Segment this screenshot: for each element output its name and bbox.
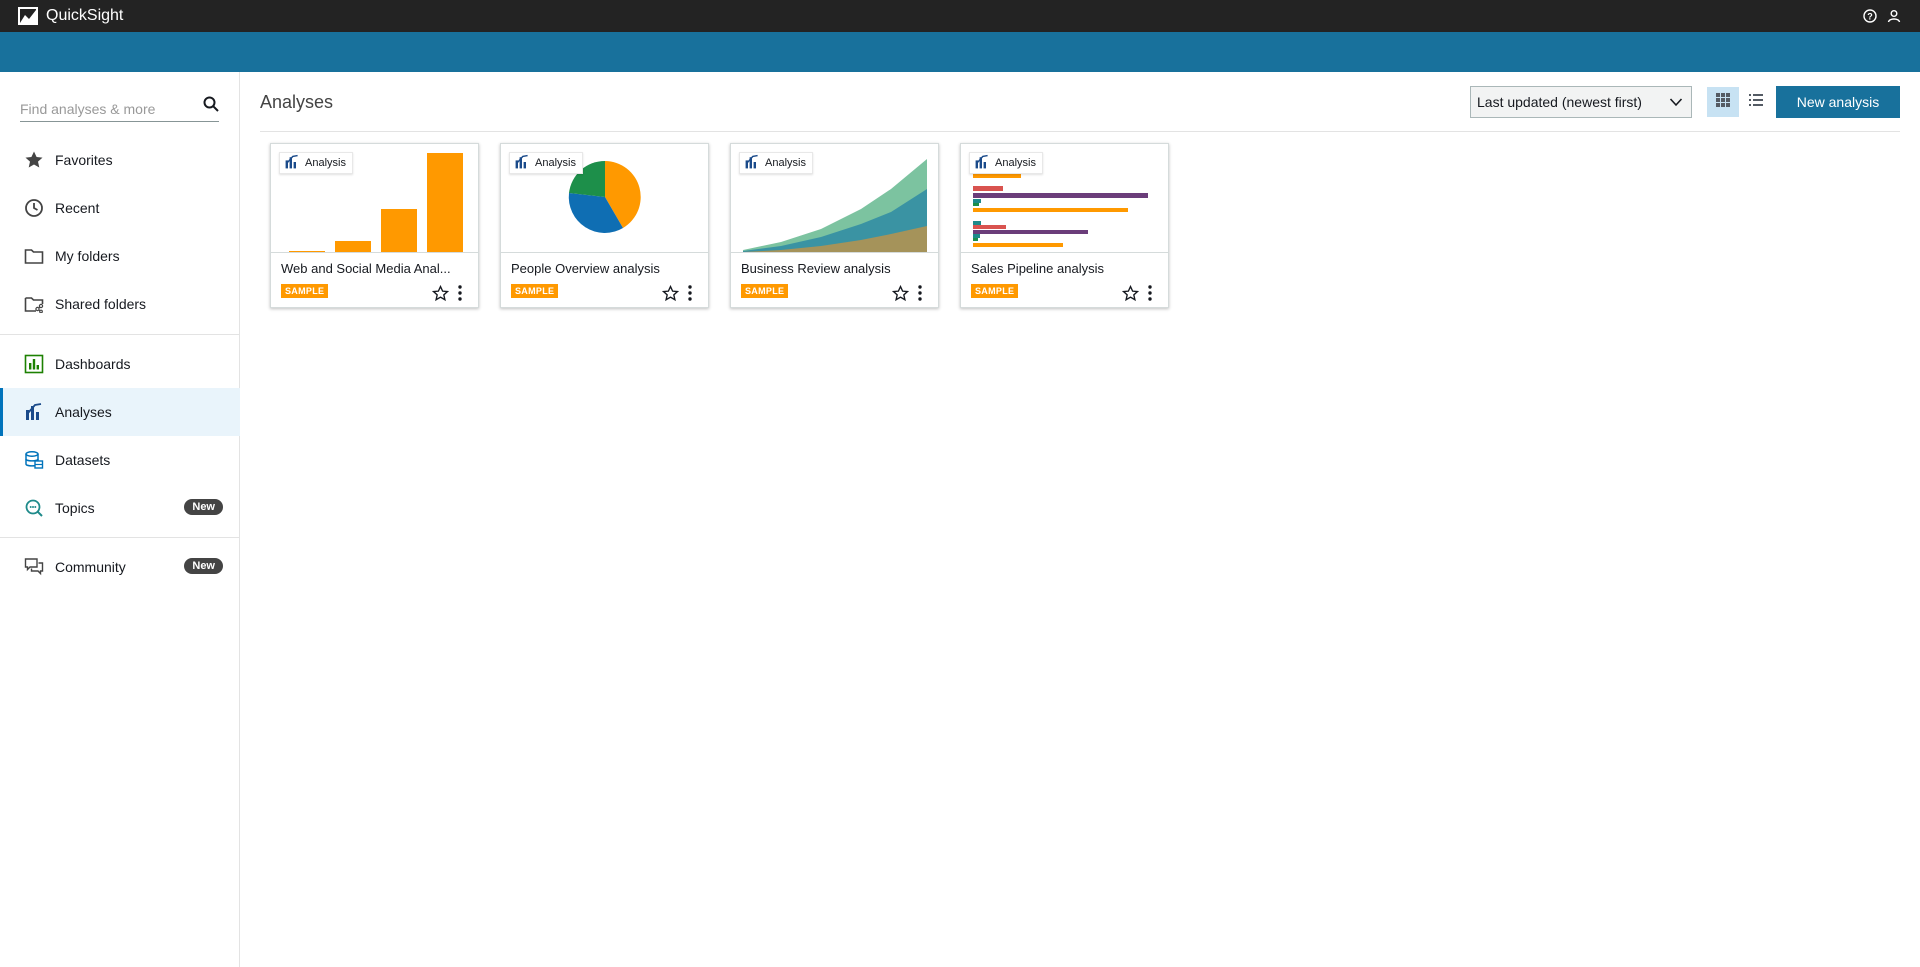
sidebar-item-label: Shared folders xyxy=(55,296,147,312)
analysis-type-chip: Analysis xyxy=(969,152,1043,174)
search-input[interactable] xyxy=(20,94,190,117)
sidebar-item-label: Recent xyxy=(55,200,100,216)
community-icon xyxy=(23,556,45,578)
analysis-card[interactable]: Analysis Web and Social Media Anal... SA… xyxy=(270,143,479,308)
sidebar-item-analyses[interactable]: Analyses xyxy=(0,388,240,436)
analysis-card[interactable]: Analysis Sales Pipeline analysis SAMPLE xyxy=(960,143,1169,308)
sidebar-item-community[interactable]: Community New xyxy=(0,543,240,591)
favorite-star-icon[interactable] xyxy=(430,283,450,303)
analysis-type-label: Analysis xyxy=(535,157,576,169)
analysis-card[interactable]: Analysis People Overview analysis SAMPLE xyxy=(500,143,709,308)
app-logo[interactable]: QuickSight xyxy=(18,7,123,25)
nav-section-browse: Favorites Recent My folders Shared folde… xyxy=(0,136,240,328)
sidebar-item-label: Community xyxy=(55,559,126,575)
sample-badge: SAMPLE xyxy=(511,284,559,298)
sidebar-item-my-folders[interactable]: My folders xyxy=(0,232,240,280)
more-options-icon[interactable] xyxy=(684,283,696,303)
sidebar-item-label: Favorites xyxy=(55,152,113,168)
analysis-icon xyxy=(284,154,300,173)
sample-badge: SAMPLE xyxy=(281,284,329,298)
analysis-type-label: Analysis xyxy=(995,157,1036,169)
sort-dropdown[interactable]: Last updated (newest first) xyxy=(1470,86,1692,118)
analysis-icon xyxy=(23,401,45,423)
nav-section-assets: Dashboards Analyses Datasets Topics New xyxy=(0,340,240,532)
sidebar-item-favorites[interactable]: Favorites xyxy=(0,136,240,184)
card-title[interactable]: Business Review analysis xyxy=(741,261,931,276)
clock-icon xyxy=(23,197,45,219)
analysis-card[interactable]: Analysis Business Review analysis SAMPLE xyxy=(730,143,939,308)
more-options-icon[interactable] xyxy=(1144,283,1156,303)
sidebar-divider xyxy=(0,334,240,335)
sidebar-item-datasets[interactable]: Datasets xyxy=(0,436,240,484)
shared-folder-icon xyxy=(23,293,45,315)
analysis-icon xyxy=(514,154,530,173)
sidebar-item-label: Datasets xyxy=(55,452,111,468)
card-title[interactable]: People Overview analysis xyxy=(511,261,701,276)
card-thumbnail[interactable]: Analysis xyxy=(961,144,1168,253)
sidebar-item-dashboards[interactable]: Dashboards xyxy=(0,340,240,388)
sidebar-item-label: Analyses xyxy=(55,404,112,420)
topics-icon xyxy=(23,497,45,519)
sidebar-item-label: Dashboards xyxy=(55,356,131,372)
card-thumbnail[interactable]: Analysis xyxy=(731,144,938,253)
favorite-star-icon[interactable] xyxy=(660,283,680,303)
dashboard-icon xyxy=(23,353,45,375)
sidebar-item-recent[interactable]: Recent xyxy=(0,184,240,232)
sidebar-item-topics[interactable]: Topics New xyxy=(0,484,240,532)
more-options-icon[interactable] xyxy=(914,283,926,303)
list-view-toggle[interactable] xyxy=(1741,87,1771,117)
sidebar: Favorites Recent My folders Shared folde… xyxy=(0,72,240,967)
analysis-type-label: Analysis xyxy=(765,157,806,169)
more-options-icon[interactable] xyxy=(454,283,466,303)
analysis-type-label: Analysis xyxy=(305,157,346,169)
header-divider xyxy=(260,131,1900,132)
grid-icon xyxy=(1715,92,1731,113)
chevron-down-icon xyxy=(1669,95,1683,112)
grid-view-toggle[interactable] xyxy=(1707,87,1739,117)
analysis-type-chip: Analysis xyxy=(739,152,813,174)
star-icon xyxy=(23,149,45,171)
analysis-type-chip: Analysis xyxy=(509,152,583,174)
quicksight-logo-icon xyxy=(18,7,38,25)
sample-badge: SAMPLE xyxy=(971,284,1019,298)
new-analysis-button[interactable]: New analysis xyxy=(1776,86,1900,118)
sidebar-item-shared-folders[interactable]: Shared folders xyxy=(0,280,240,328)
new-badge: New xyxy=(184,499,223,515)
favorite-star-icon[interactable] xyxy=(1120,283,1140,303)
favorite-star-icon[interactable] xyxy=(890,283,910,303)
search-icon[interactable] xyxy=(203,96,219,117)
analysis-icon xyxy=(974,154,990,173)
sidebar-divider xyxy=(0,537,240,538)
sort-selected-value: Last updated (newest first) xyxy=(1477,94,1642,110)
analysis-type-chip: Analysis xyxy=(279,152,353,174)
list-icon xyxy=(1748,92,1764,113)
top-bar: QuickSight ? xyxy=(0,0,1920,32)
card-thumbnail[interactable]: Analysis xyxy=(501,144,708,253)
svg-text:?: ? xyxy=(1867,12,1873,22)
card-title[interactable]: Sales Pipeline analysis xyxy=(971,261,1161,276)
user-icon[interactable] xyxy=(1886,8,1902,24)
header-band xyxy=(0,32,1920,72)
sidebar-item-label: Topics xyxy=(55,500,95,516)
search-box xyxy=(20,90,219,122)
analysis-icon xyxy=(744,154,760,173)
dataset-icon xyxy=(23,449,45,471)
new-badge: New xyxy=(184,558,223,574)
folder-icon xyxy=(23,245,45,267)
help-icon[interactable]: ? xyxy=(1862,8,1878,24)
card-title[interactable]: Web and Social Media Anal... xyxy=(281,261,471,276)
nav-section-community: Community New xyxy=(0,543,240,591)
card-thumbnail[interactable]: Analysis xyxy=(271,144,478,253)
app-title: QuickSight xyxy=(46,7,124,24)
page-title: Analyses xyxy=(260,92,334,112)
sidebar-item-label: My folders xyxy=(55,248,120,264)
sample-badge: SAMPLE xyxy=(741,284,789,298)
